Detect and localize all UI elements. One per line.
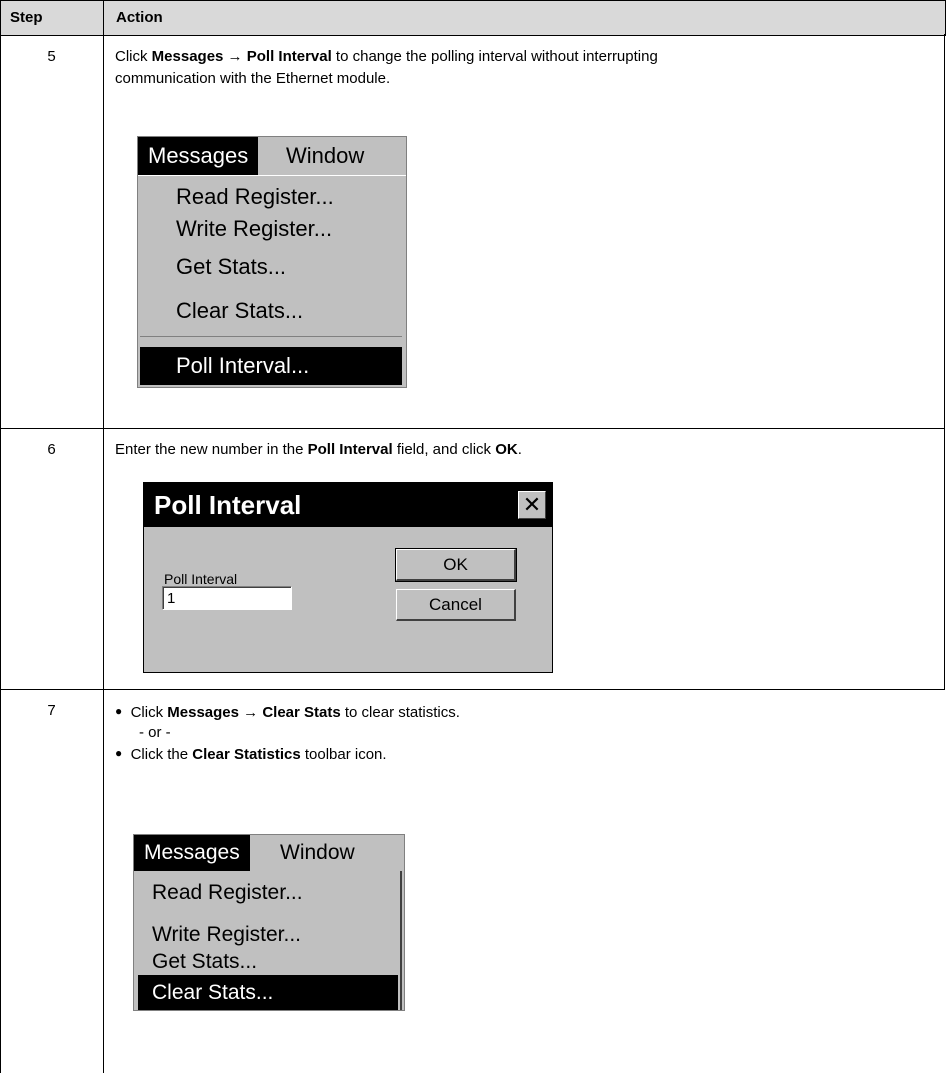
text: to change the polling interval without i… bbox=[331, 48, 658, 65]
text: Enter the new number in the bbox=[115, 441, 308, 458]
text: field, and click bbox=[392, 441, 496, 458]
step-number: 7 bbox=[47, 702, 56, 719]
poll-interval-label: Poll Interval bbox=[164, 571, 238, 587]
bold-text: Poll Interval bbox=[246, 48, 332, 65]
header-step: Step bbox=[10, 9, 43, 26]
bullet-icon: ● bbox=[115, 704, 123, 718]
cancel-button[interactable]: Cancel bbox=[396, 589, 516, 621]
text: Click bbox=[130, 704, 168, 721]
bold-text: Poll Interval bbox=[307, 441, 393, 458]
header-divider bbox=[103, 0, 104, 34]
menu-item-read-register[interactable]: Read Register... bbox=[176, 184, 334, 210]
ok-button[interactable]: OK bbox=[395, 548, 517, 582]
messages-menu: Messages Window Read Register... Write R… bbox=[137, 136, 407, 388]
step-number: 5 bbox=[47, 48, 56, 65]
menu-item-read-register[interactable]: Read Register... bbox=[152, 881, 303, 905]
procedure-table: Step Action 5 Click Messages → Poll Inte… bbox=[0, 0, 946, 1073]
table-right-border bbox=[944, 34, 945, 689]
menu-item-poll-interval[interactable]: Poll Interval... bbox=[140, 347, 402, 385]
row-divider bbox=[0, 689, 945, 690]
text: to clear statistics. bbox=[340, 704, 460, 721]
menu-messages[interactable]: Messages bbox=[138, 137, 259, 175]
text: Click bbox=[115, 48, 152, 65]
menu-item-write-register[interactable]: Write Register... bbox=[176, 216, 332, 242]
step-text: Click Messages → Poll Interval to change… bbox=[115, 46, 935, 90]
bullet-icon: ● bbox=[115, 746, 123, 760]
close-icon[interactable]: ✕ bbox=[518, 491, 546, 519]
or-text: - or - bbox=[139, 724, 171, 741]
menu-item-clear-stats[interactable]: Clear Stats... bbox=[138, 975, 398, 1010]
bold-text: OK bbox=[495, 441, 518, 458]
arrow: → bbox=[223, 48, 247, 65]
header-action: Action bbox=[116, 9, 163, 26]
text: Click the bbox=[130, 746, 193, 763]
menu-separator bbox=[140, 336, 402, 337]
poll-interval-dialog: Poll Interval ✕ Poll Interval 1 OK Cance… bbox=[143, 482, 553, 673]
menu-item-write-register[interactable]: Write Register... bbox=[152, 923, 301, 947]
bullet-item: ● Click Messages → Clear Stats to clear … bbox=[115, 700, 935, 724]
menu-dropdown: Read Register... Write Register... Get S… bbox=[138, 175, 406, 387]
row-divider bbox=[0, 428, 945, 429]
menu-messages[interactable]: Messages bbox=[134, 835, 250, 871]
menu-item-get-stats[interactable]: Get Stats... bbox=[176, 254, 286, 280]
text: . bbox=[517, 441, 522, 458]
poll-interval-input[interactable]: 1 bbox=[162, 586, 292, 610]
table-left-border bbox=[0, 34, 1, 1073]
menu-window[interactable]: Window bbox=[286, 137, 364, 175]
step-number: 6 bbox=[47, 441, 56, 458]
bold-text: Clear Statistics bbox=[192, 746, 301, 763]
menu-item-clear-stats[interactable]: Clear Stats... bbox=[176, 298, 303, 324]
column-divider bbox=[103, 34, 104, 1073]
bullet-item: ● Click the Clear Statistics toolbar ico… bbox=[115, 742, 935, 766]
text: toolbar icon. bbox=[300, 746, 387, 763]
step-bullets: ● Click Messages → Clear Stats to clear … bbox=[115, 700, 935, 766]
bold-text: Messages bbox=[151, 48, 224, 65]
dialog-title: Poll Interval bbox=[144, 483, 552, 527]
menu-item-get-stats[interactable]: Get Stats... bbox=[152, 950, 257, 974]
messages-menu: Messages Window Read Register... Write R… bbox=[133, 834, 405, 1011]
bold-text: Messages bbox=[167, 704, 239, 721]
menu-dropdown: Read Register... Write Register... Get S… bbox=[134, 871, 402, 1010]
step-text: Enter the new number in the Poll Interva… bbox=[115, 439, 935, 461]
arrow: → bbox=[238, 704, 263, 721]
table-header: Step Action bbox=[0, 0, 946, 36]
menu-window[interactable]: Window bbox=[280, 835, 355, 871]
bold-text: Clear Stats bbox=[262, 704, 341, 721]
text: communication with the Ethernet module. bbox=[115, 70, 391, 87]
